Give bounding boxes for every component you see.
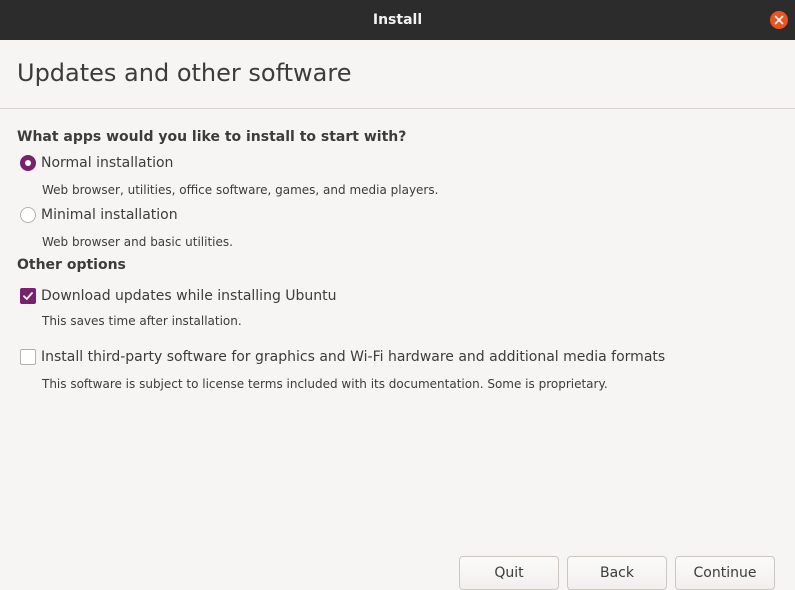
normal-installation-radio[interactable]: Normal installation	[20, 155, 173, 171]
other-options-heading: Other options	[17, 257, 126, 273]
checkmark-icon	[20, 288, 36, 304]
window-title: Install	[372, 12, 423, 28]
download-updates-label: Download updates while installing Ubuntu	[41, 288, 337, 304]
window-titlebar: Install	[0, 0, 795, 40]
page-header: Updates and other software	[0, 40, 795, 109]
third-party-software-label: Install third-party software for graphic…	[41, 349, 666, 365]
minimal-installation-description: Web browser and basic utilities.	[42, 235, 233, 249]
close-button[interactable]	[770, 11, 788, 29]
third-party-software-checkbox[interactable]: Install third-party software for graphic…	[20, 349, 665, 365]
quit-button[interactable]: Quit	[459, 556, 559, 590]
page-title: Updates and other software	[17, 59, 352, 87]
radio-checked-icon	[20, 155, 36, 171]
normal-installation-description: Web browser, utilities, office software,…	[42, 183, 439, 197]
checkbox-unchecked-icon	[20, 349, 36, 365]
minimal-installation-radio[interactable]: Minimal installation	[20, 207, 178, 223]
third-party-software-description: This software is subject to license term…	[42, 377, 608, 391]
back-button[interactable]: Back	[567, 556, 667, 590]
close-icon	[774, 15, 784, 25]
download-updates-description: This saves time after installation.	[42, 314, 242, 328]
radio-unchecked-icon	[20, 207, 36, 223]
normal-installation-label: Normal installation	[41, 155, 174, 171]
minimal-installation-label: Minimal installation	[41, 207, 178, 223]
apps-section-heading: What apps would you like to install to s…	[17, 129, 407, 145]
continue-button[interactable]: Continue	[675, 556, 775, 590]
download-updates-checkbox[interactable]: Download updates while installing Ubuntu	[20, 288, 337, 304]
